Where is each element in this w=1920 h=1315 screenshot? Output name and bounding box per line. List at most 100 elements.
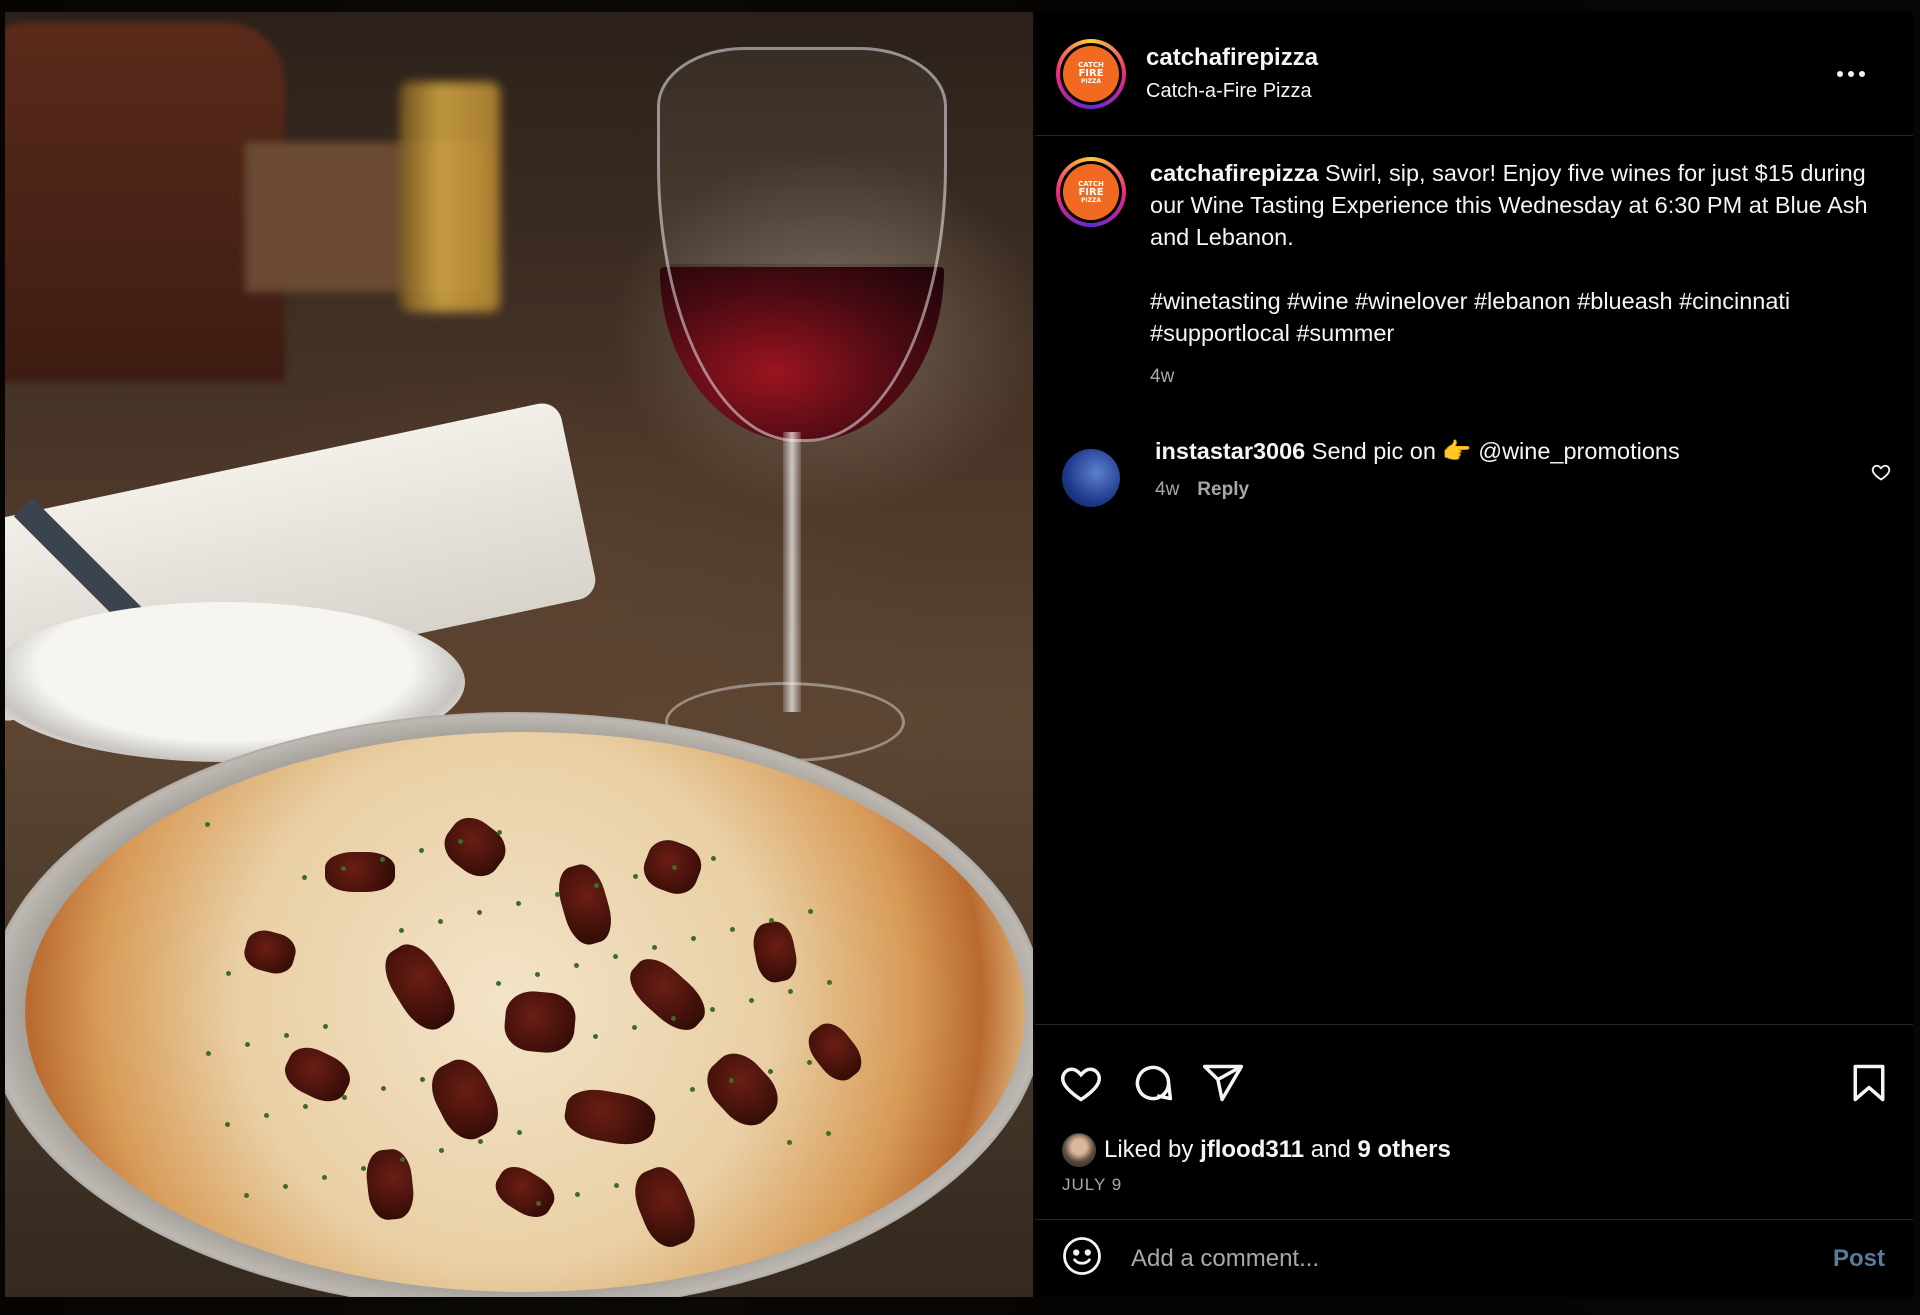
comment-input[interactable] bbox=[1131, 1244, 1791, 1273]
pizza-herb bbox=[420, 1077, 425, 1082]
pizza-herb bbox=[206, 1051, 211, 1056]
pizza-herb bbox=[555, 892, 560, 897]
pizza-herb bbox=[575, 1192, 580, 1197]
pizza-herb bbox=[517, 1130, 522, 1135]
pizza-herb bbox=[749, 998, 754, 1003]
photo-glass-stem bbox=[783, 432, 801, 712]
pizza-herb bbox=[458, 839, 463, 844]
pizza-herb bbox=[225, 1122, 230, 1127]
pizza-topping bbox=[696, 1043, 789, 1136]
post-date[interactable]: JULY 9 bbox=[1062, 1175, 1122, 1195]
post-header: CATCH FIRE PIZZA catchafirepizza Catch-a… bbox=[1035, 12, 1913, 136]
pizza-herb bbox=[302, 875, 307, 880]
likes-others[interactable]: 9 others bbox=[1357, 1136, 1450, 1164]
likes-joiner: and bbox=[1310, 1136, 1351, 1163]
pizza-herb bbox=[400, 1157, 405, 1162]
pizza-herb bbox=[477, 910, 482, 915]
pizza-herb bbox=[652, 945, 657, 950]
pizza-herb bbox=[380, 857, 385, 862]
commenter-avatar[interactable] bbox=[1062, 449, 1120, 507]
more-icon[interactable] bbox=[1831, 59, 1871, 89]
caption-username[interactable]: catchafirepizza bbox=[1150, 160, 1318, 186]
comment-username[interactable]: instastar3006 bbox=[1155, 438, 1305, 464]
pizza-herb bbox=[807, 1060, 812, 1065]
pizza-herb bbox=[399, 928, 404, 933]
pizza-herb bbox=[497, 830, 502, 835]
comment-body: instastar3006 Send pic on 👉 @wine_promot… bbox=[1155, 437, 1680, 507]
pizza-herb bbox=[593, 1034, 598, 1039]
likes-prefix: Liked by bbox=[1104, 1136, 1194, 1163]
pizza-herb bbox=[632, 1025, 637, 1030]
pizza-herb bbox=[710, 1007, 715, 1012]
author-avatar[interactable]: CATCH FIRE PIZZA bbox=[1056, 38, 1126, 109]
pizza-topping bbox=[626, 1160, 704, 1254]
pizza-topping bbox=[422, 1051, 508, 1148]
likes-summary: Liked by jflood311 and 9 others bbox=[1062, 1133, 1451, 1167]
pizza-herb bbox=[303, 1104, 308, 1109]
pizza-herb bbox=[730, 927, 735, 932]
share-icon[interactable] bbox=[1201, 1061, 1245, 1110]
pizza-herb bbox=[574, 963, 579, 968]
comment-like-icon[interactable] bbox=[1871, 462, 1891, 487]
pizza-herb bbox=[613, 954, 618, 959]
pizza-topping bbox=[374, 935, 466, 1039]
reply-button[interactable]: Reply bbox=[1197, 479, 1249, 500]
add-comment-bar: Post bbox=[1035, 1219, 1913, 1297]
comment-time[interactable]: 4w bbox=[1155, 479, 1179, 500]
heart-icon[interactable] bbox=[1059, 1061, 1103, 1110]
comment-meta: 4w Reply bbox=[1155, 479, 1680, 501]
pizza-topping bbox=[749, 918, 801, 986]
pizza-herb bbox=[594, 883, 599, 888]
liker-username[interactable]: jflood311 bbox=[1200, 1136, 1304, 1164]
photo-booth bbox=[5, 22, 285, 382]
pizza-herb bbox=[419, 848, 424, 853]
pizza-herb bbox=[284, 1033, 289, 1038]
caption-time[interactable]: 4w bbox=[1150, 361, 1870, 393]
caption-hashtags[interactable]: #winetasting #wine #winelover #lebanon #… bbox=[1150, 285, 1870, 349]
comment-text: Send pic on 👉 @wine_promotions bbox=[1311, 438, 1680, 464]
pizza-topping bbox=[363, 1147, 417, 1222]
post-panel: CATCH FIRE PIZZA catchafirepizza Catch-a… bbox=[1035, 12, 1913, 1297]
author-username[interactable]: catchafirepizza bbox=[1146, 44, 1318, 72]
pizza-herb bbox=[671, 1016, 676, 1021]
caption-body: catchafirepizza Swirl, sip, savor! Enjoy… bbox=[1150, 157, 1870, 393]
pizza-herb bbox=[516, 901, 521, 906]
pizza-herb bbox=[226, 971, 231, 976]
pizza-herb bbox=[496, 981, 501, 986]
caption-avatar[interactable]: CATCH FIRE PIZZA bbox=[1056, 157, 1126, 227]
photo-beer-glass bbox=[400, 82, 500, 312]
pizza-herb bbox=[633, 874, 638, 879]
pizza-herb bbox=[826, 1131, 831, 1136]
pizza-herb bbox=[768, 1069, 773, 1074]
comment-icon[interactable] bbox=[1131, 1061, 1175, 1110]
pizza-herb bbox=[691, 936, 696, 941]
author-fullname: Catch-a-Fire Pizza bbox=[1146, 80, 1312, 102]
pizza-herb bbox=[322, 1175, 327, 1180]
pizza-herb bbox=[478, 1139, 483, 1144]
pizza-herb bbox=[729, 1078, 734, 1083]
pizza-herb bbox=[787, 1140, 792, 1145]
pizza-topping bbox=[800, 1016, 870, 1088]
post-image bbox=[5, 12, 1033, 1297]
pizza-topping bbox=[561, 1084, 659, 1150]
emoji-icon[interactable] bbox=[1061, 1235, 1103, 1282]
pizza-herb bbox=[342, 1095, 347, 1100]
pizza-herb bbox=[323, 1024, 328, 1029]
pizza-topping bbox=[240, 926, 300, 978]
pizza-herb bbox=[381, 1086, 386, 1091]
pizza-herb bbox=[245, 1042, 250, 1047]
pizza-herb bbox=[711, 856, 716, 861]
author-names: catchafirepizza Catch-a-Fire Pizza bbox=[1146, 44, 1318, 103]
liker-avatar[interactable] bbox=[1062, 1133, 1096, 1167]
pizza-herb bbox=[690, 1087, 695, 1092]
pizza-herb bbox=[614, 1183, 619, 1188]
bookmark-icon[interactable] bbox=[1847, 1061, 1891, 1110]
pizza-herb bbox=[438, 919, 443, 924]
caption: CATCH FIRE PIZZA catchafirepizza Swirl, … bbox=[1056, 157, 1896, 393]
pizza-herb bbox=[264, 1113, 269, 1118]
pizza-herb bbox=[283, 1184, 288, 1189]
post-button[interactable]: Post bbox=[1833, 1245, 1885, 1273]
pizza-herb bbox=[536, 1201, 541, 1206]
pizza-topping bbox=[552, 859, 618, 950]
pizza-herb bbox=[361, 1166, 366, 1171]
